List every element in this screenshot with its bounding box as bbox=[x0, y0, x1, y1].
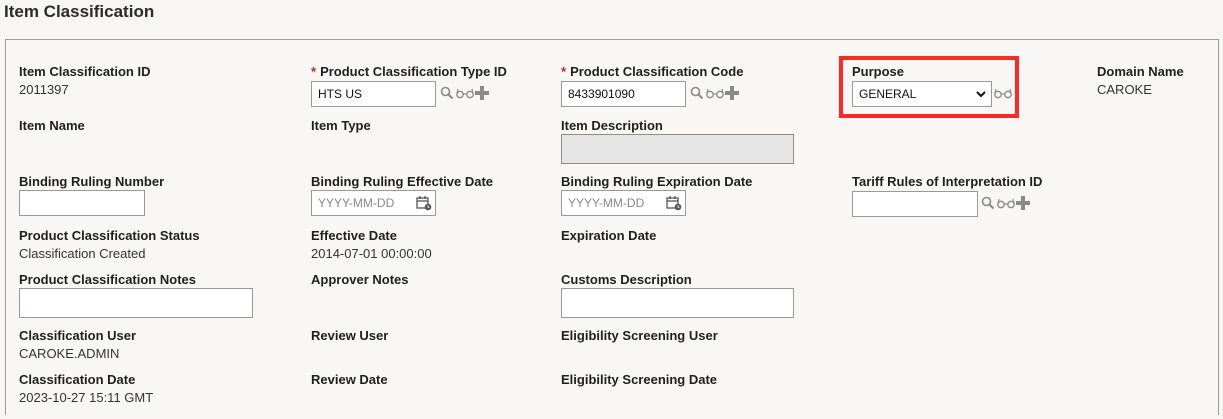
approver-notes-label: Approver Notes bbox=[311, 272, 409, 287]
required-marker: * bbox=[311, 64, 317, 79]
review-date-label: Review Date bbox=[311, 372, 388, 387]
classification-user-value: CAROKE.ADMIN bbox=[19, 346, 120, 361]
product-classification-type-id-label: * Product Classification Type ID bbox=[311, 64, 507, 79]
purpose-select[interactable]: GENERAL bbox=[852, 81, 992, 107]
customs-description-label: Customs Description bbox=[561, 272, 692, 287]
search-icon[interactable] bbox=[981, 196, 995, 210]
tariff-rules-id-input[interactable] bbox=[852, 191, 978, 217]
binding-ruling-number-label: Binding Ruling Number bbox=[19, 174, 165, 189]
glasses-icon[interactable] bbox=[997, 198, 1015, 209]
page-title: Item Classification bbox=[4, 2, 155, 21]
glasses-icon[interactable] bbox=[456, 88, 474, 99]
plus-icon[interactable] bbox=[1016, 196, 1030, 210]
chevron-down-icon bbox=[976, 91, 986, 98]
glasses-icon[interactable] bbox=[706, 88, 724, 99]
domain-name-value: CAROKE bbox=[1097, 82, 1152, 97]
product-classification-type-id-input[interactable]: HTS US bbox=[311, 81, 436, 107]
product-classification-code-input[interactable]: 8433901090 bbox=[561, 81, 686, 107]
classification-date-value: 2023-10-27 15:11 GMT bbox=[19, 390, 154, 405]
domain-name-label: Domain Name bbox=[1097, 64, 1184, 79]
product-classification-notes-textarea[interactable] bbox=[19, 288, 253, 318]
classification-date-label: Classification Date bbox=[19, 372, 136, 387]
expiration-date-label: Expiration Date bbox=[561, 228, 657, 243]
product-classification-notes-label: Product Classification Notes bbox=[19, 272, 196, 287]
product-classification-status-value: Classification Created bbox=[19, 246, 146, 261]
item-description-textarea bbox=[561, 134, 794, 164]
calendar-icon[interactable] bbox=[416, 195, 432, 211]
binding-ruling-number-input[interactable] bbox=[19, 190, 145, 216]
eligibility-screening-date-label: Eligibility Screening Date bbox=[561, 372, 718, 387]
item-description-label: Item Description bbox=[561, 118, 663, 133]
glasses-icon[interactable] bbox=[994, 88, 1012, 99]
review-user-label: Review User bbox=[311, 328, 389, 343]
eligibility-screening-user-label: Eligibility Screening User bbox=[561, 328, 718, 343]
item-classification-id-label: Item Classification ID bbox=[19, 64, 151, 79]
plus-icon[interactable] bbox=[475, 86, 489, 100]
tariff-rules-id-label: Tariff Rules of Interpretation ID bbox=[852, 174, 1043, 189]
effective-date-value: 2014-07-01 00:00:00 bbox=[311, 246, 432, 261]
item-name-label: Item Name bbox=[19, 118, 85, 133]
product-classification-code-label: * Product Classification Code bbox=[561, 64, 744, 79]
purpose-selected-value: GENERAL bbox=[859, 87, 917, 101]
binding-ruling-effective-date-label: Binding Ruling Effective Date bbox=[311, 174, 494, 189]
item-classification-id-value: 2011397 bbox=[19, 82, 69, 97]
required-marker: * bbox=[561, 64, 567, 79]
effective-date-label: Effective Date bbox=[311, 228, 397, 243]
purpose-label: Purpose bbox=[852, 64, 905, 79]
classification-user-label: Classification User bbox=[19, 328, 137, 343]
product-classification-status-label: Product Classification Status bbox=[19, 228, 200, 243]
search-icon[interactable] bbox=[440, 86, 454, 100]
search-icon[interactable] bbox=[690, 86, 704, 100]
plus-icon[interactable] bbox=[725, 86, 739, 100]
item-type-label: Item Type bbox=[311, 118, 371, 133]
binding-ruling-expiration-date-label: Binding Ruling Expiration Date bbox=[561, 174, 753, 189]
customs-description-textarea[interactable] bbox=[561, 288, 794, 318]
calendar-icon[interactable] bbox=[666, 195, 682, 211]
